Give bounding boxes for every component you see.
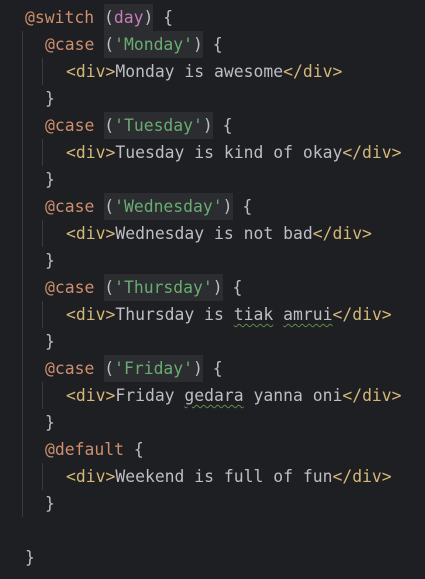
code-line[interactable]: } (0, 490, 425, 517)
punctuation-token: ( (103, 4, 114, 31)
code-line[interactable]: } (0, 328, 425, 355)
tag-token: <div> (66, 467, 116, 486)
punctuation-token: } (45, 89, 55, 108)
tag-token: <div> (66, 305, 116, 324)
punctuation-token: ( (104, 274, 115, 301)
string-token: 'Thursday' (114, 274, 213, 301)
indent-guide (22, 31, 23, 517)
punctuation-token (94, 8, 104, 27)
punctuation-token: ) (202, 112, 213, 139)
code-editor[interactable]: @switch (day) {@case ('Monday') {<div>Mo… (0, 4, 425, 571)
keyword-token: @case (45, 35, 95, 54)
variable-token: day (113, 4, 144, 31)
punctuation-token: ) (143, 4, 154, 31)
punctuation-token (94, 116, 104, 135)
tag-token: </div> (342, 143, 402, 162)
code-line[interactable]: } (0, 409, 425, 436)
code-line[interactable] (0, 517, 425, 544)
punctuation-token: } (45, 170, 55, 189)
code-line[interactable]: @case ('Tuesday') { (0, 112, 425, 139)
tag-token: <div> (66, 224, 116, 243)
string-token: 'Monday' (114, 31, 194, 58)
keyword-token: @case (45, 359, 95, 378)
tag-token: </div> (332, 467, 392, 486)
keyword-token: @case (45, 197, 95, 216)
text-token: yanna oni (243, 386, 343, 405)
code-line[interactable]: <div>Monday is awesome</div> (0, 58, 425, 85)
tag-token: <div> (66, 143, 116, 162)
punctuation-token: ) (212, 274, 223, 301)
indent-guide (42, 220, 43, 247)
code-line[interactable]: <div>Weekend is full of fun</div> (0, 463, 425, 490)
spellcheck-token: tiak (233, 305, 274, 324)
indent-guide (42, 139, 43, 166)
punctuation-token: { (123, 440, 144, 459)
punctuation-token: { (153, 8, 174, 27)
punctuation-token: ( (104, 112, 115, 139)
tag-token: </div> (283, 62, 343, 81)
punctuation-token: { (202, 35, 223, 54)
code-line[interactable]: } (0, 247, 425, 274)
punctuation-token (94, 359, 104, 378)
code-line[interactable]: @default { (0, 436, 425, 463)
indent-guide (42, 382, 43, 409)
punctuation-token: } (45, 251, 55, 270)
code-line[interactable]: } (0, 166, 425, 193)
punctuation-token: ) (222, 193, 233, 220)
indent-guide (42, 58, 43, 85)
code-line[interactable]: <div>Tuesday is kind of okay</div> (0, 139, 425, 166)
code-line[interactable]: @switch (day) { (0, 4, 425, 31)
text-token: Monday is awesome (115, 62, 284, 81)
text-token: Tuesday is kind of okay (115, 143, 343, 162)
punctuation-token: { (202, 359, 223, 378)
indent-guide (42, 463, 43, 490)
punctuation-token: { (232, 197, 253, 216)
punctuation-token (94, 35, 104, 54)
tag-token: <div> (66, 386, 116, 405)
punctuation-token: ( (104, 193, 115, 220)
punctuation-token: { (222, 278, 243, 297)
punctuation-token: } (25, 548, 35, 567)
code-line[interactable]: @case ('Thursday') { (0, 274, 425, 301)
punctuation-token: ) (193, 355, 203, 382)
code-line[interactable]: } (0, 85, 425, 112)
keyword-token: @case (45, 116, 95, 135)
spellcheck-token: gedara (184, 386, 244, 405)
punctuation-token (94, 278, 104, 297)
tag-token: </div> (312, 224, 372, 243)
code-line[interactable]: <div>Friday gedara yanna oni</div> (0, 382, 425, 409)
text-token: Friday (115, 386, 185, 405)
punctuation-token: { (212, 116, 233, 135)
text-token: Weekend is full of fun (115, 467, 333, 486)
keyword-token: @switch (25, 8, 95, 27)
code-line[interactable]: @case ('Monday') { (0, 31, 425, 58)
spellcheck-token: amrui (283, 305, 333, 324)
code-line[interactable]: <div>Thursday is tiak amrui</div> (0, 301, 425, 328)
punctuation-token: } (45, 494, 55, 513)
string-token: 'Tuesday' (114, 112, 203, 139)
keyword-token: @default (45, 440, 124, 459)
tag-token: </div> (342, 386, 402, 405)
code-line[interactable]: @case ('Friday') { (0, 355, 425, 382)
code-line[interactable]: <div>Wednesday is not bad</div> (0, 220, 425, 247)
string-token: 'Friday' (114, 355, 194, 382)
text-token: Thursday is (115, 305, 234, 324)
tag-token: <div> (66, 62, 116, 81)
code-line[interactable]: @case ('Wednesday') { (0, 193, 425, 220)
punctuation-token (94, 197, 104, 216)
indent-guide (42, 301, 43, 328)
keyword-token: @case (45, 278, 95, 297)
text-token: Wednesday is not bad (115, 224, 313, 243)
code-line[interactable]: } (0, 544, 425, 571)
punctuation-token: } (45, 332, 55, 351)
tag-token: </div> (332, 305, 392, 324)
punctuation-token: } (45, 413, 55, 432)
string-token: 'Wednesday' (114, 193, 223, 220)
punctuation-token: ( (104, 31, 115, 58)
punctuation-token: ) (193, 31, 203, 58)
punctuation-token: ( (104, 355, 115, 382)
